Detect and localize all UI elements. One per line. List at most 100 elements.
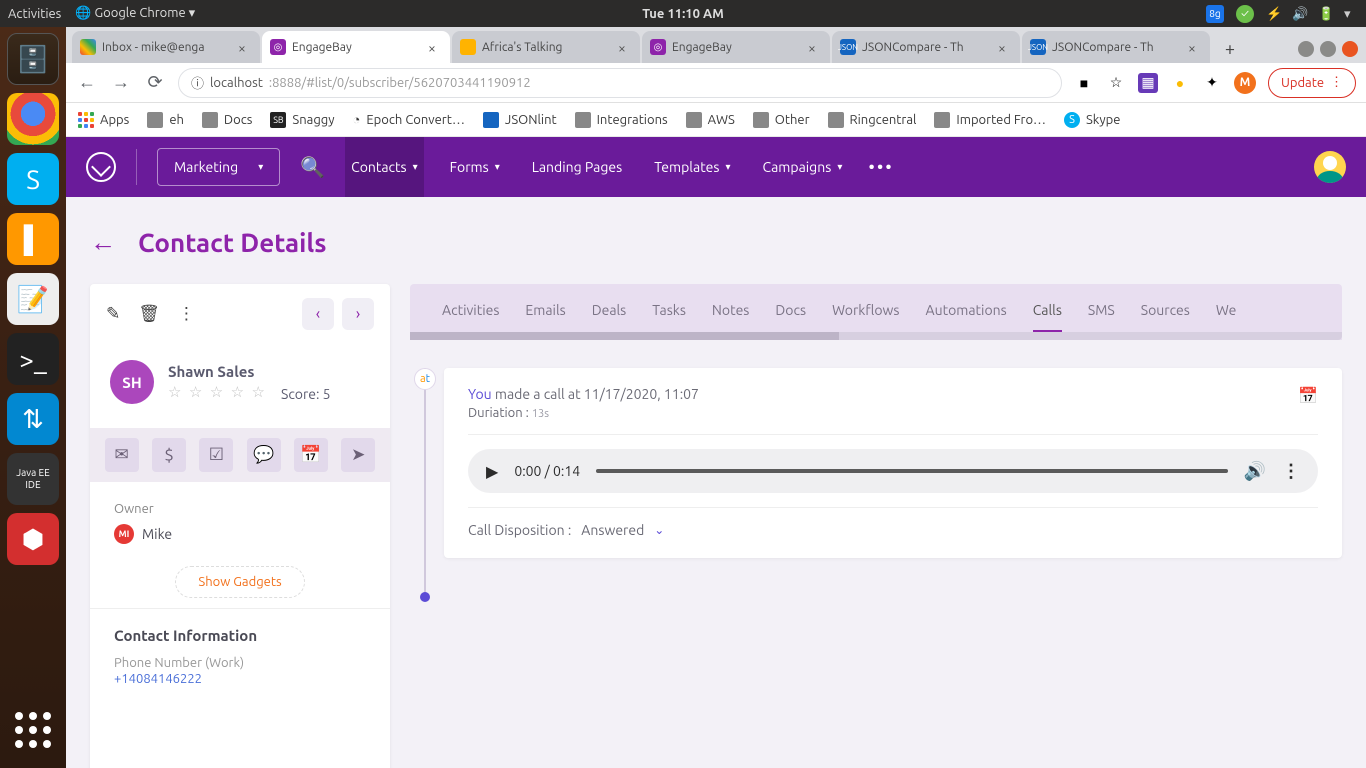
window-minimize-icon[interactable]: [1298, 41, 1314, 57]
calendar-icon[interactable]: 📅: [1298, 386, 1318, 405]
window-close-icon[interactable]: [1342, 41, 1358, 57]
bookmark-item[interactable]: Integrations: [575, 112, 668, 128]
tab-deals[interactable]: Deals: [592, 302, 627, 318]
browser-tab[interactable]: Inbox - mike@enga×: [72, 31, 260, 63]
close-icon[interactable]: ×: [808, 40, 822, 54]
launcher-apps-grid-icon[interactable]: [7, 704, 59, 756]
tab-calls[interactable]: Calls: [1033, 302, 1062, 318]
bookmark-star-icon[interactable]: ☆: [1106, 73, 1126, 93]
search-icon[interactable]: 🔍: [300, 155, 325, 179]
close-icon[interactable]: ×: [238, 40, 252, 54]
tab-automations[interactable]: Automations: [926, 302, 1007, 318]
launcher-transfers-icon[interactable]: ⇅: [7, 393, 59, 445]
close-icon[interactable]: ×: [1188, 40, 1202, 54]
bookmark-item[interactable]: SSkype: [1064, 112, 1120, 128]
bookmark-item[interactable]: Other: [753, 112, 810, 128]
tab-sms[interactable]: SMS: [1088, 302, 1115, 318]
tab-emails[interactable]: Emails: [525, 302, 565, 318]
kebab-icon[interactable]: ⋮: [178, 304, 195, 324]
launcher-javaee-icon[interactable]: Java EEIDE: [7, 453, 59, 505]
clock[interactable]: Tue 11:10 AM: [642, 7, 724, 21]
bookmark-item[interactable]: ◔Epoch Convert…: [353, 112, 465, 127]
launcher-chrome-icon[interactable]: [7, 93, 59, 145]
extensions-menu-icon[interactable]: ✦: [1202, 73, 1222, 93]
module-dropdown[interactable]: Marketing▾: [157, 148, 280, 186]
bookmark-item[interactable]: eh: [147, 112, 184, 128]
nav-more-icon[interactable]: •••: [868, 157, 893, 177]
activities-label[interactable]: Activities: [8, 7, 61, 21]
nav-contacts[interactable]: Contacts▾: [345, 137, 424, 197]
bookmark-item[interactable]: Ringcentral: [828, 112, 917, 128]
close-icon[interactable]: ×: [998, 40, 1012, 54]
back-button[interactable]: ←: [76, 72, 98, 94]
app-menu[interactable]: 🌐 Google Chrome ▾: [75, 6, 195, 21]
next-contact-button[interactable]: ›: [342, 298, 374, 330]
browser-tab[interactable]: Africa's Talking×: [452, 31, 640, 63]
browser-tab[interactable]: JSONJSONCompare - Th×: [832, 31, 1020, 63]
show-gadgets-button[interactable]: Show Gadgets: [175, 566, 304, 598]
profile-avatar[interactable]: M: [1234, 72, 1256, 94]
back-arrow-icon[interactable]: ←: [90, 227, 116, 258]
bookmark-item[interactable]: Docs: [202, 112, 252, 128]
camera-icon[interactable]: ■: [1074, 73, 1094, 93]
prev-contact-button[interactable]: ‹: [302, 298, 334, 330]
bookmark-item[interactable]: JSONlint: [483, 112, 557, 128]
wifi-icon[interactable]: ⚡: [1266, 7, 1280, 21]
close-icon[interactable]: ×: [618, 40, 632, 54]
audio-progress[interactable]: [596, 469, 1227, 473]
tab-workflows[interactable]: Workflows: [832, 302, 899, 318]
edit-icon[interactable]: ✎: [106, 304, 120, 324]
tab-docs[interactable]: Docs: [775, 302, 806, 318]
action-note-icon[interactable]: 💬: [247, 438, 281, 472]
new-tab-button[interactable]: +: [1216, 35, 1244, 63]
tab-activities[interactable]: Activities: [442, 302, 499, 318]
nav-campaigns[interactable]: Campaigns▾: [757, 137, 849, 197]
action-deal-icon[interactable]: $: [152, 438, 186, 472]
update-button[interactable]: Update⋮: [1268, 68, 1356, 98]
action-task-icon[interactable]: ☑: [199, 438, 233, 472]
nav-forms[interactable]: Forms▾: [444, 137, 506, 197]
tab-sources[interactable]: Sources: [1141, 302, 1190, 318]
volume-icon[interactable]: 🔊: [1292, 7, 1306, 21]
launcher-skype-icon[interactable]: S: [7, 153, 59, 205]
user-avatar[interactable]: [1314, 151, 1346, 183]
google-voice-icon[interactable]: 8g: [1206, 5, 1224, 23]
bookmark-item[interactable]: AWS: [686, 112, 735, 128]
action-schedule-icon[interactable]: 📅: [294, 438, 328, 472]
delete-icon[interactable]: 🗑: [138, 304, 160, 324]
launcher-app-icon[interactable]: ⬢: [7, 513, 59, 565]
close-icon[interactable]: ×: [428, 40, 442, 54]
action-send-icon[interactable]: ➤: [341, 438, 375, 472]
audio-player[interactable]: ▶ 0:00 / 0:14 🔊 ⋮: [468, 449, 1318, 493]
bookmark-apps[interactable]: Apps: [78, 112, 129, 128]
tab-tasks[interactable]: Tasks: [652, 302, 686, 318]
launcher-texteditor-icon[interactable]: 📝: [7, 273, 59, 325]
extension-icon[interactable]: ▦: [1138, 73, 1158, 93]
nav-templates[interactable]: Templates▾: [648, 137, 736, 197]
nav-landing-pages[interactable]: Landing Pages: [526, 137, 628, 197]
launcher-terminal-icon[interactable]: >_: [7, 333, 59, 385]
status-ok-icon[interactable]: ✓: [1236, 5, 1254, 23]
launcher-files-icon[interactable]: 🗄️: [7, 33, 59, 85]
browser-tab-active[interactable]: ◎EngageBay×: [262, 31, 450, 63]
address-bar[interactable]: ⓘ localhost:8888/#list/0/subscriber/5620…: [178, 68, 1062, 98]
browser-tab[interactable]: ◎EngageBay×: [642, 31, 830, 63]
rating-stars[interactable]: ☆ ☆ ☆ ☆ ☆: [168, 383, 267, 401]
engagebay-logo-icon[interactable]: [86, 152, 116, 182]
reload-button[interactable]: ⟳: [144, 72, 166, 94]
call-disposition[interactable]: Call Disposition : Answered⌄: [468, 522, 1318, 538]
phone-value[interactable]: +14084146222: [90, 670, 390, 688]
browser-tab[interactable]: JSONJSONCompare - Th×: [1022, 31, 1210, 63]
audio-menu-icon[interactable]: ⋮: [1282, 461, 1300, 482]
forward-button[interactable]: →: [110, 72, 132, 94]
tabs-scrollbar[interactable]: [410, 332, 1342, 340]
bookmark-item[interactable]: Imported Fro…: [934, 112, 1046, 128]
extension-icon[interactable]: ●: [1170, 73, 1190, 93]
battery-icon[interactable]: 🔋: [1318, 7, 1332, 21]
system-menu-chevron-icon[interactable]: ▾: [1344, 7, 1358, 21]
window-maximize-icon[interactable]: [1320, 41, 1336, 57]
volume-icon[interactable]: 🔊: [1244, 461, 1266, 482]
tab-notes[interactable]: Notes: [712, 302, 749, 318]
play-icon[interactable]: ▶: [486, 462, 498, 481]
tab-more[interactable]: We: [1216, 302, 1236, 318]
